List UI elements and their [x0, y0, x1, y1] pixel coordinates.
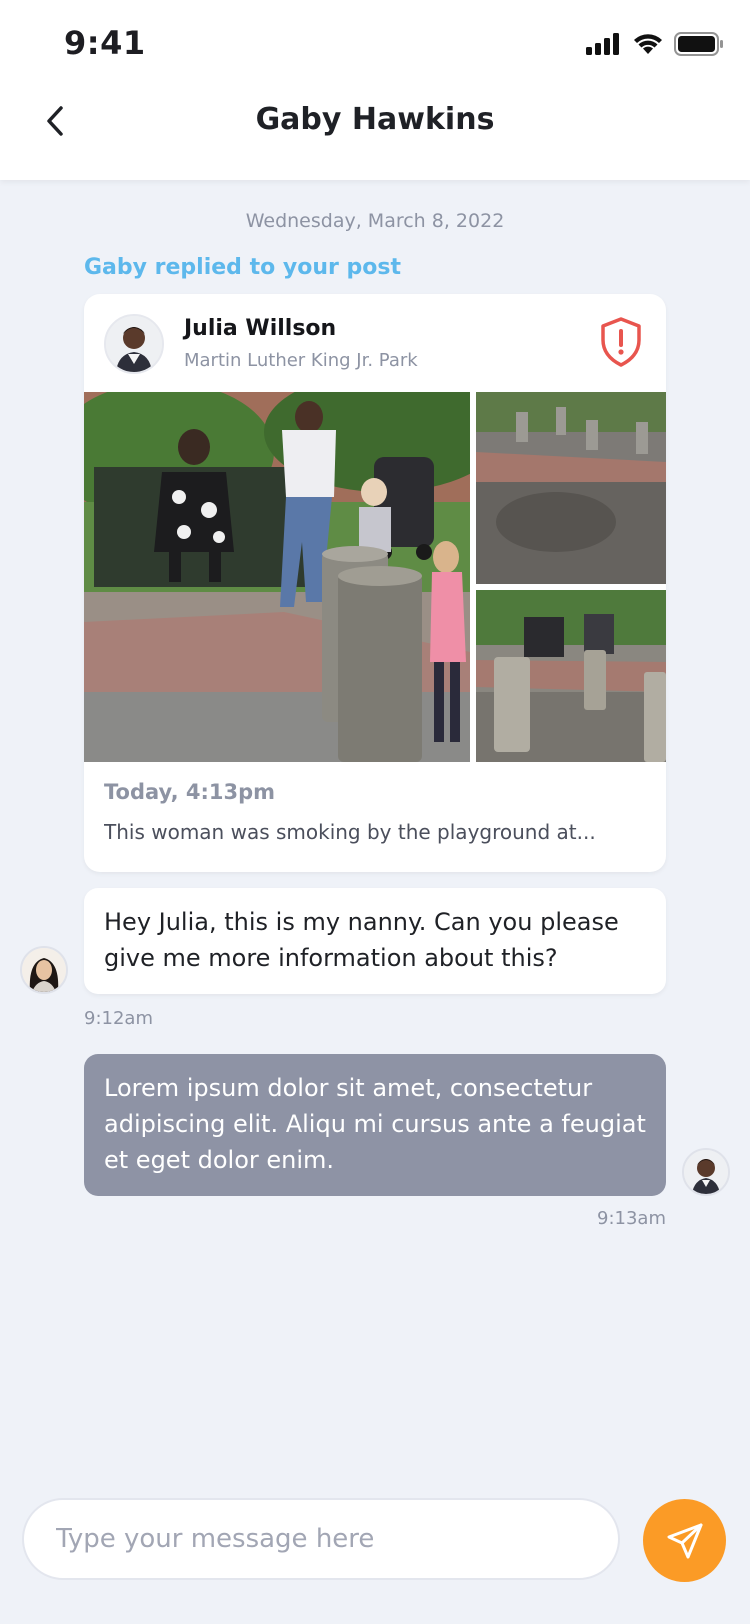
outgoing-message-time: 9:13am — [597, 1208, 666, 1229]
reply-context-label: Gaby replied to your post — [84, 255, 401, 280]
conversation-title: Gaby Hawkins — [255, 102, 495, 137]
battery-icon — [674, 32, 723, 56]
status-icons — [586, 32, 724, 56]
post-photos[interactable] — [84, 392, 666, 762]
incoming-message-bubble: Hey Julia, this is my nanny. Can you ple… — [84, 888, 666, 994]
status-time: 9:41 — [64, 24, 146, 62]
thread-date: Wednesday, March 8, 2022 — [245, 210, 505, 232]
paper-plane-icon — [667, 1523, 702, 1558]
top-bar: 9:41 Gaby Hawkins — [0, 0, 750, 180]
shield-alert-icon — [601, 317, 641, 367]
post-author-avatar[interactable] — [104, 314, 164, 374]
post-timestamp: Today, 4:13pm — [104, 780, 276, 804]
signal-icon — [586, 33, 619, 55]
post-author-name: Julia Willson — [184, 316, 337, 341]
message-composer[interactable] — [22, 1498, 620, 1580]
my-avatar[interactable] — [682, 1148, 730, 1196]
photo-top-right — [476, 392, 666, 584]
sender-avatar[interactable] — [20, 946, 68, 994]
shared-post-card[interactable]: Julia Willson Martin Luther King Jr. Par… — [84, 294, 666, 872]
post-location: Martin Luther King Jr. Park — [184, 350, 418, 371]
report-button[interactable] — [598, 316, 644, 368]
post-excerpt: This woman was smoking by the playground… — [104, 820, 596, 844]
outgoing-message-bubble: Lorem ipsum dolor sit amet, consectetur … — [84, 1054, 666, 1196]
message-input[interactable] — [24, 1500, 618, 1578]
photo-main — [84, 392, 470, 762]
send-button[interactable] — [643, 1499, 726, 1582]
wifi-icon — [634, 34, 662, 54]
photo-bottom-right — [476, 590, 666, 762]
incoming-message-time: 9:12am — [84, 1008, 153, 1029]
